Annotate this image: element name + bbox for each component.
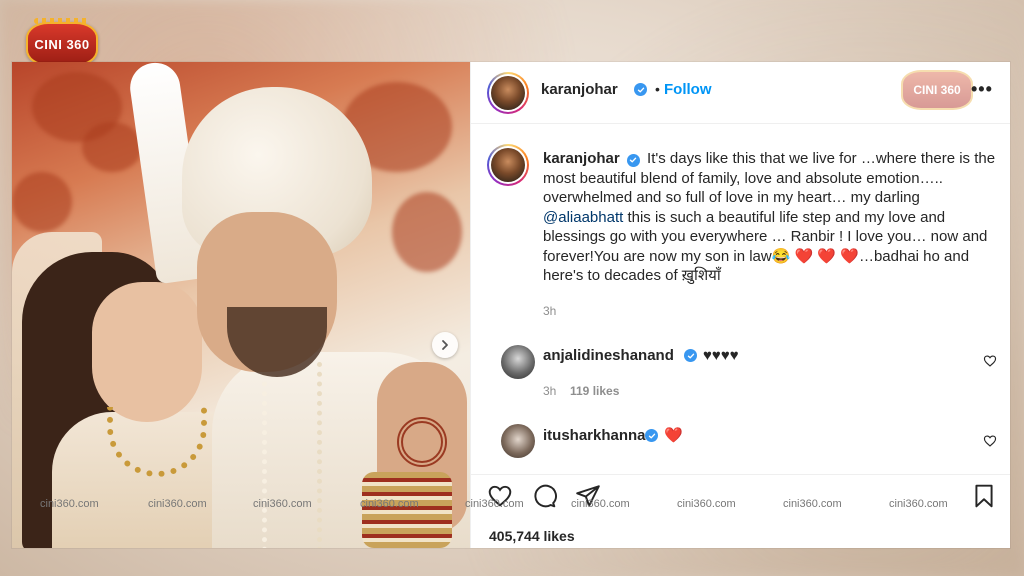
watermark-strip: cini360.com cini360.com cini360.com cini… xyxy=(0,496,1024,514)
comment-like-heart-icon[interactable] xyxy=(983,354,997,368)
comment-2-text: ❤️ xyxy=(664,427,683,444)
watermark-logo: CINI 360 xyxy=(901,70,973,110)
watermark-text: cini360.com xyxy=(148,498,207,510)
watermark-logo-text: CINI 360 xyxy=(913,83,961,97)
brand-logo-text: CINI 360 xyxy=(34,36,90,52)
post-side-panel: karanjohar • Follow CINI 360 ••• karanjo… xyxy=(470,62,1010,548)
comment-1-text: ♥♥♥♥ xyxy=(703,347,739,364)
commenter-avatar[interactable] xyxy=(501,345,535,379)
watermark-text: cini360.com xyxy=(783,498,842,510)
post-like-count[interactable]: 405,744 likes xyxy=(489,528,575,544)
watermark-text: cini360.com xyxy=(571,498,630,510)
comment-2: itusharkhanna xyxy=(543,427,646,444)
caption-emojis: 😂 ❤️ ❤️ ❤️ xyxy=(771,247,859,265)
header-separator: • xyxy=(655,81,660,97)
verified-badge-icon xyxy=(684,349,697,362)
instagram-post-card: karanjohar • Follow CINI 360 ••• karanjo… xyxy=(12,62,1010,548)
post-photo[interactable] xyxy=(12,62,470,548)
comment-1: anjalidineshanand xyxy=(543,347,674,364)
comment-1-username[interactable]: anjalidineshanand xyxy=(543,347,674,364)
pearl-strands xyxy=(262,362,322,548)
comment-2-username[interactable]: itusharkhanna xyxy=(543,427,646,444)
chevron-right-icon xyxy=(442,340,448,350)
comment-like-heart-icon[interactable] xyxy=(983,434,997,448)
caption-author-avatar[interactable] xyxy=(487,144,529,186)
verified-badge-icon xyxy=(634,83,647,96)
author-avatar[interactable] xyxy=(487,72,529,114)
verified-badge-icon xyxy=(645,429,658,442)
henna-pattern xyxy=(397,417,447,467)
author-username[interactable]: karanjohar xyxy=(541,81,618,98)
comment-1-likes[interactable]: 119 likes xyxy=(570,384,619,398)
verified-badge-icon xyxy=(626,153,640,167)
watermark-text: cini360.com xyxy=(253,498,312,510)
watermark-text: cini360.com xyxy=(360,498,419,510)
post-caption: karanjohar It's days like this that we l… xyxy=(543,149,1003,286)
commenter-avatar[interactable] xyxy=(501,424,535,458)
logo-lights-decoration xyxy=(34,18,90,24)
brand-logo: CINI 360 xyxy=(26,18,98,66)
comment-1-timestamp: 3h xyxy=(543,384,557,398)
post-header: karanjohar • Follow CINI 360 ••• xyxy=(471,62,1010,124)
caption-mention[interactable]: @aliaabhatt xyxy=(543,209,623,226)
more-options-button[interactable]: ••• xyxy=(971,79,993,100)
follow-button[interactable]: Follow xyxy=(664,81,712,98)
watermark-text: cini360.com xyxy=(677,498,736,510)
watermark-text: cini360.com xyxy=(40,498,99,510)
caption-timestamp: 3h xyxy=(543,304,557,318)
watermark-text: cini360.com xyxy=(889,498,948,510)
bride-face xyxy=(92,282,202,422)
next-photo-button[interactable] xyxy=(432,332,458,358)
caption-username[interactable]: karanjohar xyxy=(543,150,620,167)
watermark-text: cini360.com xyxy=(465,498,524,510)
